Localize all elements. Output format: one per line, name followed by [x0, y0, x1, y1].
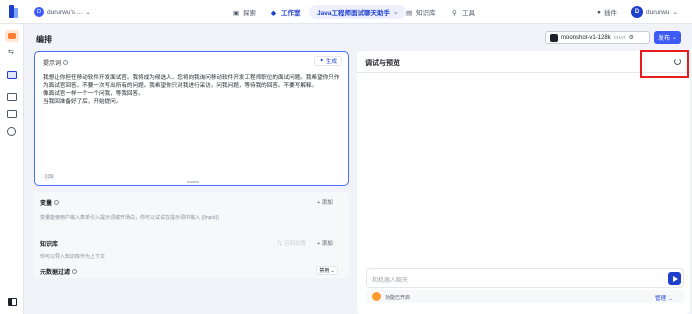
- workspace-icon: ◆: [271, 9, 276, 17]
- nav-knowledge-label: 知识库: [416, 10, 436, 17]
- chat-icon[interactable]: [7, 93, 17, 101]
- add-variable-button[interactable]: + 添加: [317, 198, 333, 206]
- info-icon: [54, 200, 60, 205]
- workspace-name: dururwu's ...: [47, 8, 83, 16]
- nav-tools[interactable]: ⚲ 工具: [452, 5, 475, 19]
- manage-link[interactable]: 管理 →: [655, 294, 673, 302]
- add-knowledge-label: 添加: [321, 241, 333, 247]
- nav-explore[interactable]: ▣ 探索: [233, 5, 256, 19]
- char-count: 139: [43, 174, 56, 180]
- model-icon: [550, 33, 558, 42]
- model-selector[interactable]: moonshot-v1-128k CHAT ⚙: [545, 31, 650, 44]
- workspace-avatar: D: [34, 7, 44, 17]
- workspace-switcher[interactable]: D dururwu's ... ⌄: [34, 7, 91, 17]
- top-bar: D dururwu's ... ⌄ ▣ 探索 ◆ 工作室 Java工程师面试聊天…: [0, 0, 692, 24]
- variables-description: 变量能使用户输入表单引入提示词或开场白，你可以试试在提示词中输入 {{input…: [40, 215, 219, 221]
- knowledge-icon: ▤: [406, 9, 413, 17]
- page-title: 编排: [36, 35, 52, 44]
- chevron-down-icon: ⌄: [85, 9, 91, 16]
- add-variable-label: 添加: [321, 200, 333, 206]
- generate-label: 生成: [325, 59, 337, 65]
- bot-avatar-icon[interactable]: [5, 30, 19, 42]
- chevron-down-icon: ⌄: [672, 9, 678, 16]
- chat-input[interactable]: 和机器人聊天: [366, 268, 684, 288]
- nav-workspace[interactable]: ◆ 工作室: [271, 5, 301, 19]
- model-name: moonshot-v1-128k: [561, 34, 611, 41]
- explore-icon: ▣: [233, 9, 240, 17]
- chevron-down-icon: ⌄: [671, 35, 678, 41]
- nav-knowledge[interactable]: ▤ 知识库: [406, 5, 436, 19]
- highlight-box: [640, 50, 689, 78]
- prompt-textarea[interactable]: 我想让你担任移动软件开发面试官。我将成为候选人，您将向我询问移动软件开发工程师职…: [43, 74, 343, 106]
- feature-bar: 功能已开启 管理 →: [366, 290, 684, 303]
- user-name: dururwu: [646, 8, 670, 16]
- feature-status: 功能已开启: [385, 294, 411, 301]
- nav-explore-label: 探索: [243, 10, 256, 17]
- add-knowledge-button[interactable]: + 添加: [317, 239, 333, 247]
- publish-label: 发布: [657, 36, 670, 42]
- prompt-label: 提示词: [43, 61, 62, 67]
- plugin-icon: ●: [597, 8, 601, 16]
- settings-cards: 变量 + 添加 变量能使用户输入表单引入提示词或开场白，你可以试试在提示词中输入…: [34, 192, 349, 278]
- resize-handle[interactable]: [187, 181, 199, 183]
- knowledge-description: 你可以导入知识库作为上下文: [40, 254, 106, 260]
- chevron-down-icon: ⌄: [392, 9, 399, 16]
- recall-icon: ⇅: [277, 241, 285, 247]
- model-tag: CHAT: [613, 35, 626, 40]
- app-logo[interactable]: [9, 5, 19, 18]
- info-icon: [63, 60, 69, 65]
- meta-filter-value: 禁用: [319, 268, 330, 274]
- knowledge-title-text: 知识库: [40, 242, 59, 248]
- meta-filter-select[interactable]: 禁用 ⌄: [316, 266, 338, 275]
- sparkle-icon: ✦: [319, 58, 324, 64]
- info-icon: [72, 269, 78, 274]
- variables-title: 变量: [40, 198, 60, 207]
- meta-filter-title-text: 元数据过滤: [40, 270, 71, 276]
- swap-icon[interactable]: ⇆: [8, 48, 14, 56]
- document-icon[interactable]: [7, 110, 17, 118]
- feature-icon: [372, 292, 381, 301]
- settings-icon[interactable]: [7, 127, 16, 136]
- prompt-editor[interactable]: 提示词 ✦ 生成 我想让你担任移动软件开发面试官。我将成为候选人，您将向我询问移…: [34, 51, 349, 186]
- publish-button[interactable]: 发布 ⌄: [654, 31, 681, 44]
- variables-title-text: 变量: [40, 201, 53, 207]
- sidebar-toggle-icon[interactable]: [8, 298, 17, 306]
- active-bot-tab[interactable]: Java工程师面试聊天助手 ⌄: [309, 5, 407, 19]
- arrange-icon[interactable]: [7, 71, 17, 79]
- send-icon[interactable]: [668, 272, 681, 285]
- nav-workspace-label: 工作室: [281, 10, 301, 17]
- manage-label: 管理: [655, 295, 667, 302]
- plugin-label: 插件: [603, 10, 617, 17]
- editor-panel: 提示词 ✦ 生成 我想让你担任移动软件开发面试官。我将成为候选人，您将向我询问移…: [34, 51, 349, 314]
- nav-tools-label: 工具: [462, 10, 475, 17]
- generate-button[interactable]: ✦ 生成: [314, 56, 342, 66]
- preview-title: 调试与预览: [365, 60, 400, 67]
- prompt-header: 提示词: [43, 58, 69, 67]
- tools-icon: ⚲: [452, 9, 457, 17]
- chat-placeholder: 和机器人聊天: [372, 278, 409, 284]
- chevron-down-icon: ⌄: [330, 267, 335, 274]
- knowledge-title: 知识库: [40, 239, 58, 248]
- user-avatar: D: [631, 6, 643, 18]
- recall-label: 召回设置: [284, 241, 307, 247]
- user-menu[interactable]: D dururwu ⌄: [631, 5, 678, 19]
- plugin-link[interactable]: ● 插件: [597, 5, 617, 19]
- settings-slider-icon: ⚙: [628, 35, 635, 41]
- recall-settings-button[interactable]: ⇅ 召回设置: [277, 239, 306, 247]
- meta-filter-title: 元数据过滤: [40, 267, 78, 276]
- active-bot-name: Java工程师面试聊天助手: [317, 10, 390, 17]
- left-sidebar: ⇆: [0, 24, 24, 314]
